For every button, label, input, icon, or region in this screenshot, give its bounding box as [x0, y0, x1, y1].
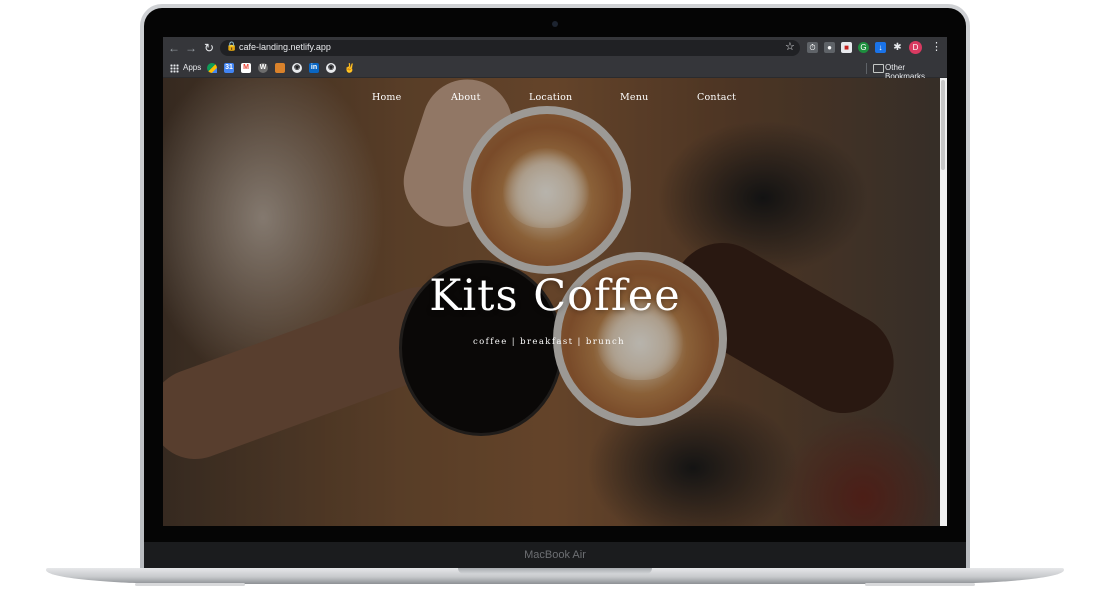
- drive-bookmark-icon[interactable]: [207, 63, 217, 73]
- extension-icon[interactable]: ■: [841, 42, 852, 53]
- profile-avatar[interactable]: D: [909, 41, 922, 54]
- laptop-opening-notch: [458, 568, 652, 574]
- hero-tagline: coffee | breakfast | brunch: [473, 337, 625, 347]
- camera-extension-icon[interactable]: ●: [824, 42, 835, 53]
- nav-link-about[interactable]: About: [451, 92, 481, 103]
- page-viewport: Home About Location Menu Contact Kits Co…: [163, 78, 947, 526]
- apps-bookmark[interactable]: Apps: [183, 63, 201, 72]
- grammarly-extension-icon[interactable]: G: [858, 42, 869, 53]
- nav-link-home[interactable]: Home: [372, 92, 401, 103]
- gmail-bookmark-icon[interactable]: M: [241, 63, 251, 73]
- apps-grid-icon[interactable]: [170, 64, 179, 73]
- bookmark-icon[interactable]: [275, 63, 285, 73]
- nav-link-location[interactable]: Location: [529, 92, 572, 103]
- reload-icon[interactable]: ↻: [202, 40, 216, 56]
- browser-window: ← → ↻ 🔒 cafe-landing.netlify.app ☆ ⏱ ● ■…: [163, 37, 947, 526]
- url-text[interactable]: cafe-landing.netlify.app: [239, 42, 331, 52]
- github-bookmark-icon[interactable]: ◉: [326, 63, 336, 73]
- bookmarks-divider: [866, 63, 867, 74]
- lock-icon: 🔒: [226, 41, 238, 51]
- extension-icon[interactable]: ⏱: [807, 42, 818, 53]
- folder-icon: [873, 64, 884, 73]
- back-arrow-icon[interactable]: ←: [167, 40, 181, 56]
- calendar-bookmark-icon[interactable]: 31: [224, 63, 234, 73]
- globe-bookmark-icon[interactable]: ◉: [292, 63, 302, 73]
- bookmark-star-icon[interactable]: ☆: [785, 40, 795, 53]
- scrollbar-thumb[interactable]: [941, 80, 945, 170]
- extensions-puzzle-icon[interactable]: ✱: [892, 42, 903, 53]
- device-model-label: MacBook Air: [524, 549, 586, 561]
- forward-arrow-icon[interactable]: →: [184, 40, 198, 56]
- browser-toolbar: ← → ↻ 🔒 cafe-landing.netlify.app ☆ ⏱ ● ■…: [163, 37, 947, 59]
- nav-link-menu[interactable]: Menu: [620, 92, 648, 103]
- download-extension-icon[interactable]: ↓: [875, 42, 886, 53]
- hand-bookmark-icon[interactable]: ✌: [344, 63, 355, 73]
- bookmarks-bar: Apps 31 M W ◉ in ◉ ✌ Other Bookmarks: [163, 59, 947, 81]
- scrollbar-track[interactable]: [940, 78, 947, 526]
- camera-icon: [552, 21, 558, 27]
- laptop-foot: [865, 583, 975, 586]
- hero-title: Kits Coffee: [429, 271, 681, 321]
- site-navigation: Home About Location Menu Contact: [163, 92, 947, 108]
- linkedin-bookmark-icon[interactable]: in: [309, 63, 319, 73]
- address-bar[interactable]: 🔒 cafe-landing.netlify.app ☆: [220, 40, 800, 56]
- wikipedia-bookmark-icon[interactable]: W: [258, 63, 268, 73]
- nav-link-contact[interactable]: Contact: [697, 92, 736, 103]
- menu-kebab-icon[interactable]: ⋮: [931, 40, 942, 53]
- laptop-foot: [135, 583, 245, 586]
